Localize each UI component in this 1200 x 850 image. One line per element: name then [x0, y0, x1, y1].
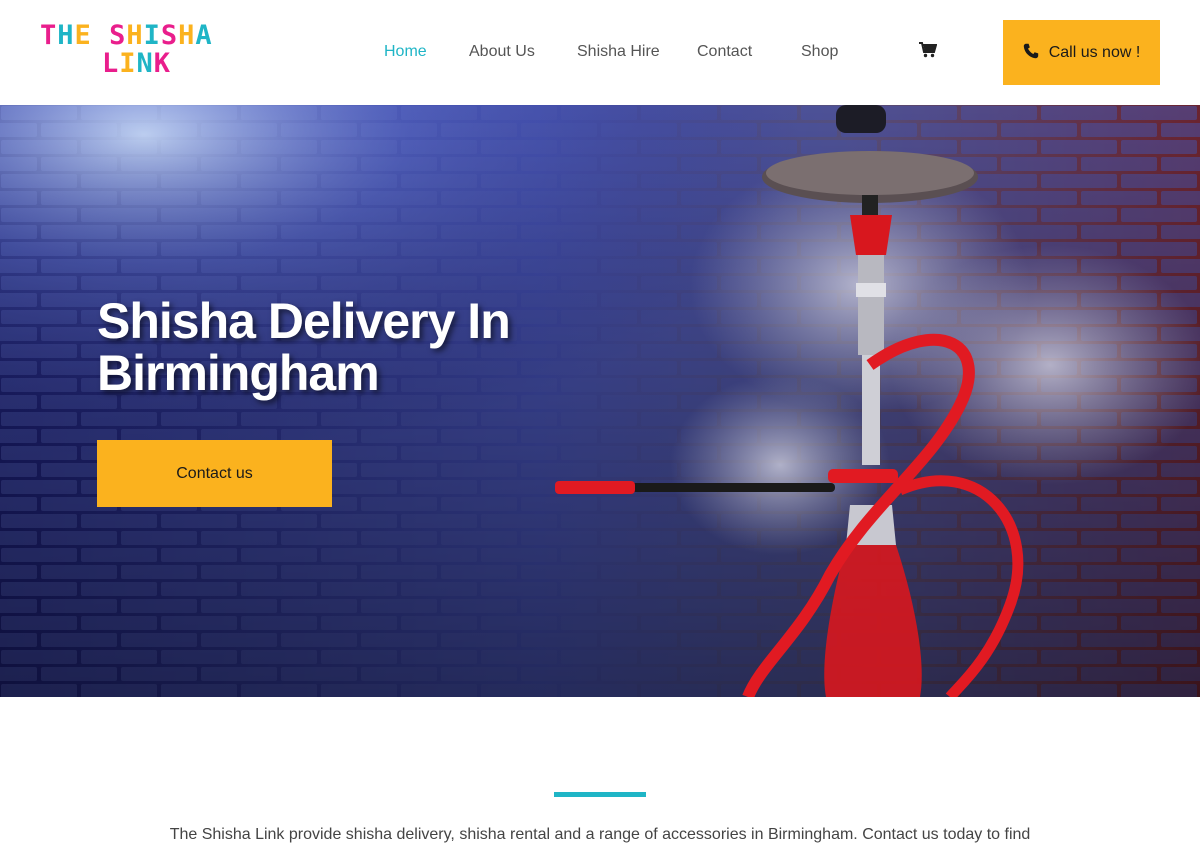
logo-line-2: LINK: [40, 50, 255, 78]
nav-contact[interactable]: Contact: [697, 43, 752, 61]
hero-contact-button[interactable]: Contact us: [97, 440, 332, 507]
call-us-label: Call us now !: [1048, 43, 1141, 61]
site-logo[interactable]: THE SHISHA LINK: [40, 22, 255, 82]
logo-letter: T: [40, 20, 58, 51]
logo-letter: E: [74, 20, 92, 51]
logo-letter: H: [57, 20, 75, 51]
nav-shisha-hire[interactable]: Shisha Hire: [577, 43, 660, 61]
logo-letter: S: [160, 20, 179, 51]
site-header: THE SHISHA LINK Home About Us Shisha Hir…: [0, 0, 1200, 105]
logo-letter: [92, 22, 109, 50]
logo-letter: N: [136, 48, 154, 79]
shopping-cart-icon[interactable]: [919, 42, 938, 58]
nav-home[interactable]: Home: [384, 43, 427, 61]
logo-letter: L: [102, 48, 120, 79]
logo-letter: A: [195, 20, 213, 51]
logo-letter: I: [143, 20, 161, 51]
intro-text: The Shisha Link provide shisha delivery,…: [169, 826, 1031, 843]
nav-shop[interactable]: Shop: [801, 43, 838, 61]
hero-banner: Shisha Delivery In Birmingham Contact us: [0, 105, 1200, 697]
section-divider: [554, 792, 646, 797]
call-us-button[interactable]: Call us now !: [1003, 20, 1160, 85]
hero-title: Shisha Delivery In Birmingham: [97, 293, 511, 401]
hero-background-image: [0, 105, 1200, 697]
logo-line-1: THE SHISHA: [40, 22, 255, 50]
nav-about-us[interactable]: About Us: [469, 43, 535, 61]
logo-letter: S: [109, 20, 127, 51]
logo-letter: I: [119, 48, 137, 79]
logo-letter: H: [126, 20, 144, 51]
phone-icon: [1023, 43, 1039, 63]
logo-letter: H: [178, 20, 196, 51]
logo-letter: K: [153, 48, 172, 79]
